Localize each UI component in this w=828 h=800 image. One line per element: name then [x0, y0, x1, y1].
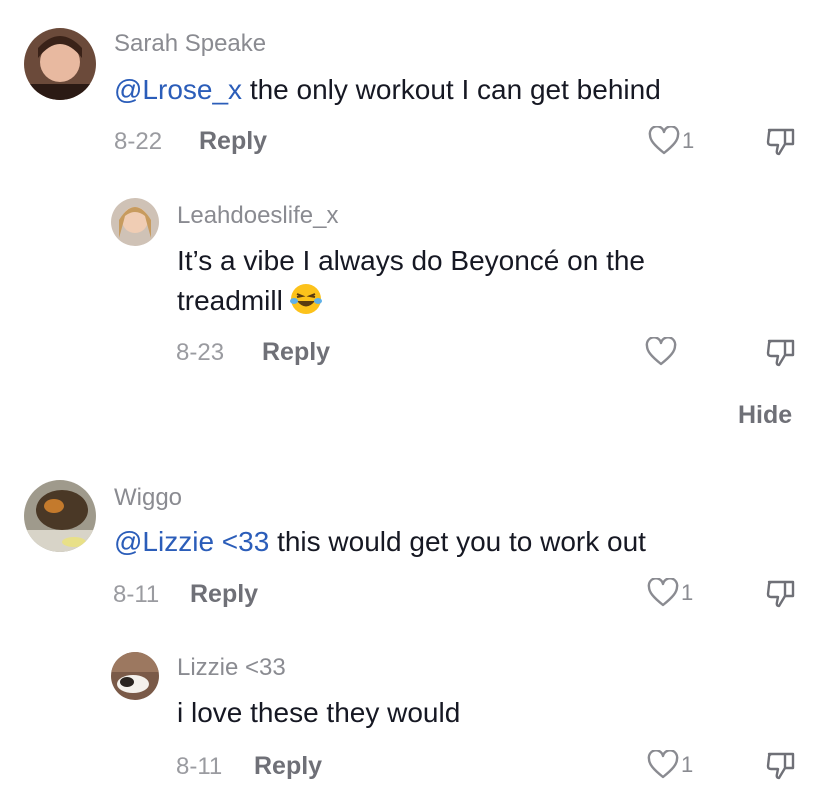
- comment-text: It’s a vibe I always do Beyoncé on the t…: [177, 241, 797, 327]
- reply-lizzie: Lizzie <33 i love these they would 8-11 …: [0, 640, 828, 800]
- comment-date: 8-11: [113, 581, 160, 608]
- heart-outline-icon: [648, 126, 680, 156]
- dislike-button[interactable]: [765, 750, 797, 782]
- reply-leahdoeslife: Leahdoeslife_x It’s a vibe I always do B…: [0, 180, 828, 380]
- comment-body-line-1: It’s a vibe I always do Beyoncé on the: [177, 245, 645, 276]
- comment-text: i love these they would: [177, 697, 461, 728]
- username[interactable]: Leahdoeslife_x: [177, 202, 338, 230]
- heart-outline-icon: [647, 750, 679, 780]
- thumbs-down-icon: [766, 339, 795, 367]
- comment-date: 8-11: [176, 753, 223, 780]
- comment-wiggo: Wiggo @Lizzie <33 this would get you to …: [0, 460, 828, 640]
- mention-link[interactable]: @Lizzie <33: [114, 526, 269, 557]
- like-button[interactable]: 1: [647, 578, 693, 608]
- dislike-button[interactable]: [765, 578, 797, 610]
- comment-body-line-2: treadmill: [177, 281, 797, 327]
- like-count: 1: [682, 128, 695, 153]
- reply-button[interactable]: Reply: [254, 752, 322, 781]
- username[interactable]: Wiggo: [114, 484, 182, 512]
- hide-replies-button[interactable]: Hide: [738, 401, 792, 430]
- like-count: 1: [681, 752, 694, 777]
- avatar[interactable]: [111, 652, 159, 700]
- avatar[interactable]: [24, 480, 96, 552]
- comment-sarah-speake: Sarah Speake @Lrose_x the only workout I…: [0, 0, 828, 180]
- thumbs-down-icon: [766, 580, 795, 608]
- dislike-button[interactable]: [765, 337, 797, 369]
- comment-date: 8-23: [176, 339, 225, 366]
- dislike-button[interactable]: [765, 126, 797, 158]
- avatar[interactable]: [111, 198, 159, 246]
- heart-outline-icon: [645, 337, 677, 367]
- like-button[interactable]: [645, 337, 679, 367]
- thumbs-down-icon: [766, 752, 795, 780]
- like-button[interactable]: 1: [647, 750, 693, 780]
- comment-body: the only workout I can get behind: [242, 74, 661, 105]
- heart-outline-icon: [647, 578, 679, 608]
- username[interactable]: Sarah Speake: [114, 30, 266, 58]
- comment-body-line-2-text: treadmill: [177, 285, 283, 316]
- comment-text: @Lrose_x the only workout I can get behi…: [114, 70, 661, 110]
- thumbs-down-icon: [766, 128, 795, 156]
- mention-link[interactable]: @Lrose_x: [114, 74, 242, 105]
- reply-button[interactable]: Reply: [199, 127, 267, 156]
- laughing-tears-icon: [289, 282, 323, 327]
- reply-button[interactable]: Reply: [262, 338, 330, 367]
- username[interactable]: Lizzie <33: [177, 654, 286, 682]
- like-count: 1: [681, 580, 694, 605]
- comment-text: @Lizzie <33 this would get you to work o…: [114, 522, 646, 562]
- comment-date: 8-22: [114, 128, 163, 155]
- avatar[interactable]: [24, 28, 96, 100]
- comment-body: this would get you to work out: [269, 526, 646, 557]
- reply-button[interactable]: Reply: [190, 580, 258, 609]
- like-button[interactable]: 1: [648, 126, 694, 156]
